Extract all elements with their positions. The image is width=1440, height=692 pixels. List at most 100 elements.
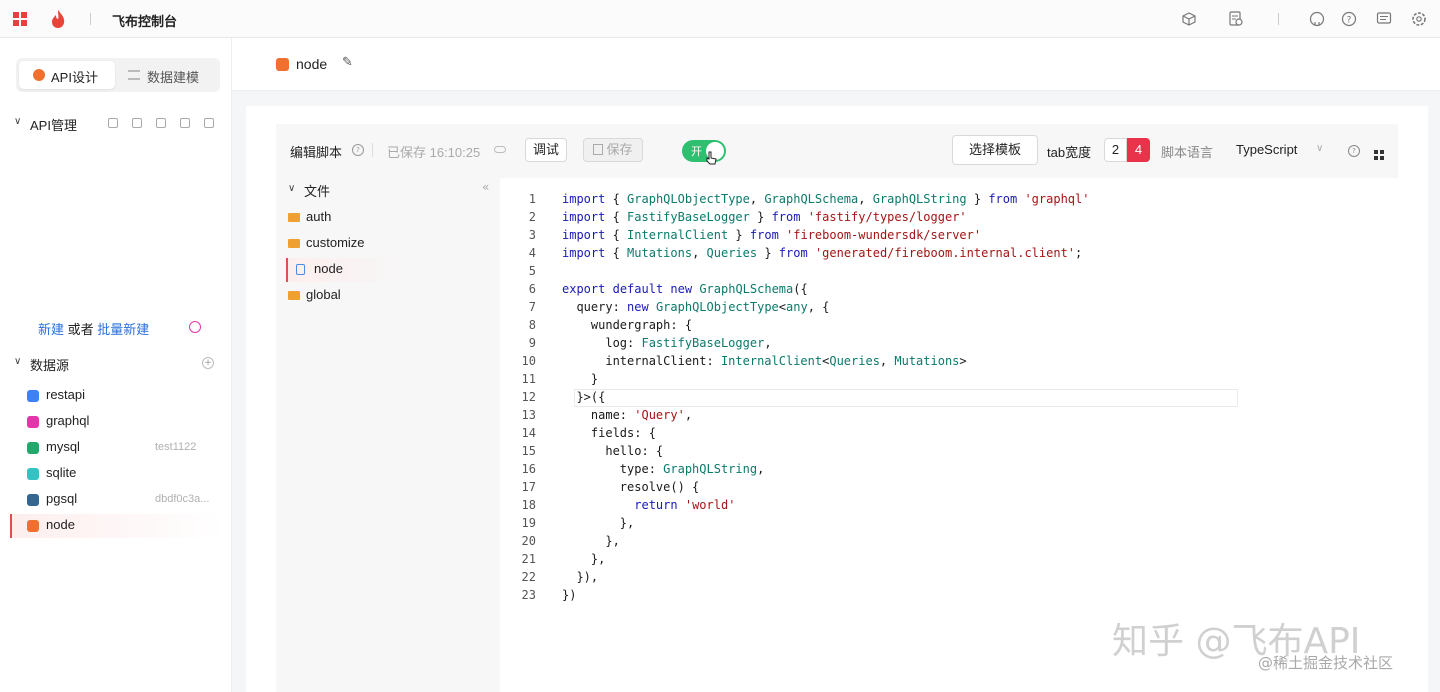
datasource-mysql[interactable]: mysql test1122 (10, 436, 222, 460)
toggle-switch[interactable]: 开 (682, 140, 726, 162)
line-code: query: new GraphQLObjectType<any, { (562, 300, 830, 314)
help-icon[interactable]: ? (1348, 145, 1360, 157)
code-line: 13 name: 'Query', (500, 406, 1240, 424)
file-tree-label: node (314, 261, 343, 276)
chevron-down-icon: ∨ (1316, 143, 1324, 154)
debug-button[interactable]: 调试 (525, 138, 567, 162)
add-folder-icon[interactable] (180, 118, 190, 128)
datasource-section-header[interactable]: ∨ 数据源 + (14, 354, 224, 374)
line-number: 4 (528, 246, 536, 260)
file-tree: ∨ 文件 « auth customize node global (276, 178, 500, 692)
line-number: 20 (521, 534, 536, 548)
code-line: 1 import { GraphQLObjectType, GraphQLSche… (500, 190, 1240, 208)
chevron-down-icon: ∨ (14, 116, 22, 127)
batch-new-link[interactable]: 批量新建 (97, 322, 149, 337)
chevron-down-icon: ∨ (14, 356, 22, 367)
code-line: 10 internalClient: InternalClient<Querie… (500, 352, 1240, 370)
tab-width-label: tab宽度 (1047, 145, 1092, 160)
node-file-icon (276, 58, 289, 71)
settings-icon[interactable] (1411, 11, 1427, 27)
line-number: 11 (521, 372, 536, 386)
file-tree-item[interactable]: customize (284, 232, 484, 256)
toolbar-divider (372, 143, 373, 157)
apps-grid-icon[interactable] (13, 12, 28, 27)
cube-icon[interactable] (1181, 11, 1197, 27)
line-number: 14 (521, 426, 536, 440)
document-search-icon[interactable] (1228, 11, 1244, 27)
file-tree-item[interactable]: global (284, 284, 484, 308)
github-icon[interactable] (1309, 11, 1325, 27)
code-line: 7 query: new GraphQLObjectType<any, { (500, 298, 1240, 316)
editor-toolbar: 编辑脚本 ? 已保存 16:10:25 调试 保存 开 选择模板 tab宽度 2… (276, 124, 1398, 178)
line-number: 15 (521, 444, 536, 458)
filter-icon[interactable] (108, 118, 118, 128)
help-icon[interactable]: ? (352, 144, 364, 156)
tab-data-modeling[interactable]: 数据建模 (120, 61, 216, 89)
file-tree-item[interactable]: auth (284, 206, 484, 230)
line-number: 23 (521, 588, 536, 602)
line-number: 13 (521, 408, 536, 422)
api-globe-icon (33, 69, 45, 81)
line-number: 19 (521, 516, 536, 530)
code-line: 12 }>({ (500, 388, 1240, 406)
line-number: 1 (528, 192, 536, 206)
chevron-down-icon: ∨ (288, 183, 296, 194)
folder-icon (288, 239, 300, 248)
datasource-pgsql[interactable]: pgsql dbdf0c3a... (10, 488, 222, 512)
code-line: 5 (500, 262, 1240, 280)
code-line: 20 }, (500, 532, 1240, 550)
tab-width-option-2[interactable]: 2 (1104, 138, 1127, 162)
language-select[interactable]: TypeScript ∨ (1236, 138, 1336, 162)
folder-icon (288, 291, 300, 300)
line-number: 2 (528, 210, 536, 224)
code-line: 11 } (500, 370, 1240, 388)
datasource-sqlite[interactable]: sqlite (10, 462, 222, 486)
code-line: 4 import { Mutations, Queries } from 'gen… (500, 244, 1240, 262)
line-code: return 'world' (634, 498, 736, 512)
new-link[interactable]: 新建 (38, 322, 64, 337)
target-icon[interactable] (156, 118, 166, 128)
tab-api-design[interactable]: API设计 (19, 61, 115, 89)
code-line: 14 fields: { (500, 424, 1240, 442)
choose-template-button[interactable]: 选择模板 (952, 135, 1038, 165)
tab-width-option-4[interactable]: 4 (1127, 138, 1150, 162)
fullscreen-icon[interactable] (1374, 145, 1384, 160)
title-divider (90, 13, 91, 25)
datasource-graphql[interactable]: graphql (10, 410, 222, 434)
line-code: }) (562, 588, 577, 602)
graphql-settings-icon[interactable] (189, 321, 201, 333)
svg-text:?: ? (1347, 16, 1352, 26)
line-code: }>({ (562, 390, 606, 404)
files-folder-header[interactable]: ∨ 文件 (288, 181, 488, 201)
api-section-header[interactable]: ∨ API管理 (14, 114, 224, 134)
add-datasource-icon[interactable]: + (202, 357, 214, 369)
add-api-icon[interactable] (204, 118, 214, 128)
saved-status: 已保存 16:10:25 (387, 145, 481, 160)
message-icon[interactable] (1376, 11, 1392, 27)
script-language-label: 脚本语言 (1161, 145, 1214, 160)
line-number: 10 (521, 354, 536, 368)
code-line: 22 }), (500, 568, 1240, 586)
restapi-icon (27, 390, 39, 402)
collapse-panel-icon[interactable]: « (482, 180, 489, 194)
line-code: log: FastifyBaseLogger, (562, 336, 772, 350)
datasource-meta: test1122 (155, 441, 197, 453)
file-tree-item-selected[interactable]: node (286, 258, 406, 282)
datasource-node[interactable]: node (10, 514, 224, 538)
code-line: 8 wundergraph: { (500, 316, 1240, 334)
file-tree-label: customize (306, 235, 365, 250)
graphql-icon (27, 416, 39, 428)
language-value: TypeScript (1236, 142, 1298, 157)
edit-pencil-icon[interactable]: ✎ (342, 55, 353, 70)
help-icon[interactable]: ? (1341, 11, 1357, 27)
save-button[interactable]: 保存 (583, 138, 643, 162)
datasource-label: node (46, 517, 75, 532)
line-code: fields: { (562, 426, 656, 440)
refresh-icon[interactable] (132, 118, 142, 128)
line-code: }, (562, 534, 620, 548)
sqlite-icon (27, 468, 39, 480)
code-line: 17 resolve() { (500, 478, 1240, 496)
datasource-restapi[interactable]: restapi (10, 384, 222, 408)
save-icon (593, 144, 604, 155)
save-button-label: 保存 (606, 142, 633, 157)
